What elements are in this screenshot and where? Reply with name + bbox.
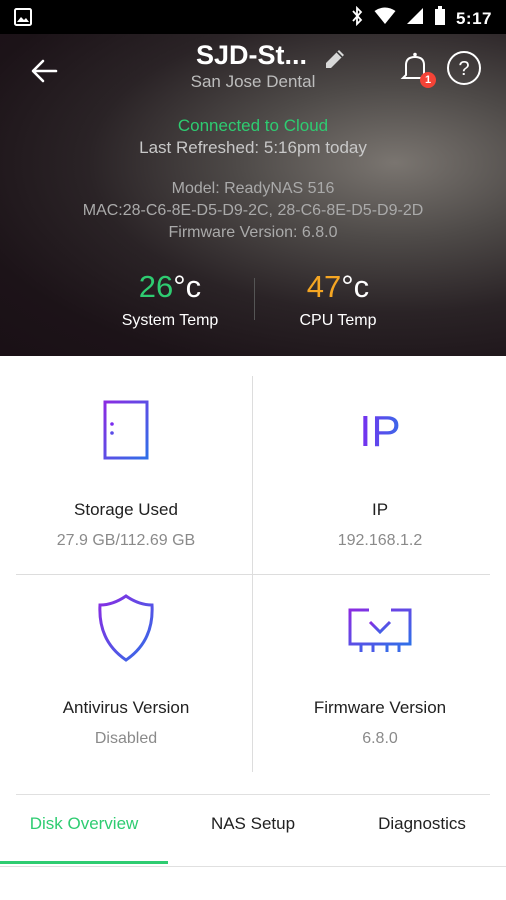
last-refreshed: Last Refreshed: 5:16pm today [139, 138, 367, 157]
tab-disk-overview[interactable]: Disk Overview [0, 812, 168, 864]
cpu-temp-value: 47 [306, 269, 342, 304]
pencil-icon[interactable] [322, 46, 350, 74]
antivirus-card[interactable]: Antivirus Version Disabled [8, 574, 244, 770]
device-model: Model: ReadyNAS 516 [171, 180, 335, 197]
system-temp-value: 26 [138, 269, 174, 304]
cpu-temp: 47°c CPU Temp [238, 270, 438, 330]
shield-icon [97, 593, 155, 668]
svg-text:?: ? [458, 58, 469, 80]
device-title: SJD-St... [196, 40, 308, 70]
device-header: SJD-St... San Jose Dental 1 ? Connected … [0, 34, 506, 356]
bluetooth-icon [350, 5, 364, 31]
ip-label: IP [371, 500, 389, 519]
firmware-label: Firmware Version [313, 698, 447, 717]
signal-icon [406, 7, 424, 30]
cpu-temp-unit: °c [341, 269, 370, 304]
antivirus-value: Disabled [94, 730, 158, 747]
cpu-temp-label: CPU Temp [299, 312, 377, 329]
status-time: 5:17 [455, 8, 492, 28]
device-firmware: Firmware Version: 6.8.0 [168, 224, 338, 241]
ip-icon: IP [359, 407, 401, 456]
storage-label: Storage Used [74, 500, 178, 519]
storage-value: 27.9 GB/112.69 GB [56, 532, 196, 549]
section-divider [16, 794, 490, 795]
tab-bar: Disk Overview NAS Setup Diagnostics [0, 812, 506, 864]
ip-value: 192.168.1.2 [337, 532, 423, 549]
tab-nas-setup[interactable]: NAS Setup [168, 812, 338, 864]
firmware-card[interactable]: Firmware Version 6.8.0 [262, 574, 498, 770]
firmware-download-icon [347, 600, 413, 661]
ip-card[interactable]: IP IP 192.168.1.2 [262, 376, 498, 572]
active-tab-indicator [0, 861, 168, 864]
tab-bar-divider [0, 866, 506, 867]
notification-badge: 1 [420, 72, 436, 88]
status-bar: 5:17 [0, 0, 506, 34]
help-icon[interactable]: ? [446, 50, 482, 86]
battery-icon [434, 6, 446, 31]
antivirus-label: Antivirus Version [62, 698, 190, 717]
device-mac: MAC:28-C6-8E-D5-D9-2C, 28-C6-8E-D5-D9-2D [82, 202, 424, 219]
firmware-value: 6.8.0 [362, 730, 398, 747]
image-icon [14, 8, 32, 31]
grid-horizontal-divider [16, 574, 490, 575]
connection-status: Connected to Cloud [177, 116, 329, 135]
storage-icon [103, 400, 149, 465]
system-temp-unit: °c [173, 269, 202, 304]
storage-card[interactable]: Storage Used 27.9 GB/112.69 GB [8, 376, 244, 572]
wifi-icon [374, 7, 396, 30]
tab-diagnostics[interactable]: Diagnostics [338, 812, 506, 864]
